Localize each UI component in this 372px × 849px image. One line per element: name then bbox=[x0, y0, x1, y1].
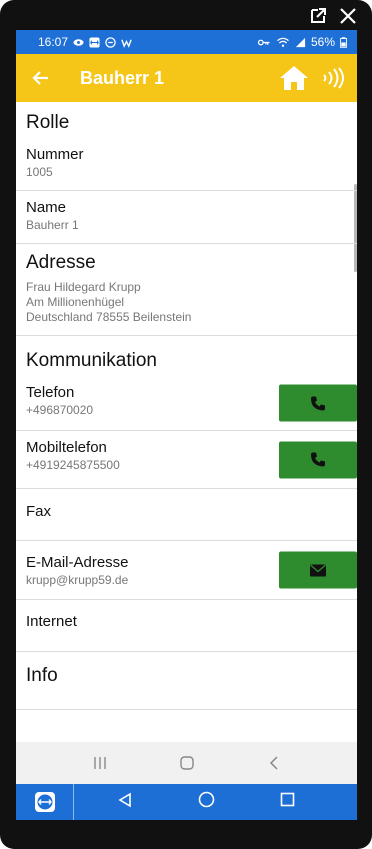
fax-label: Fax bbox=[26, 503, 52, 520]
remote-home-icon[interactable] bbox=[198, 791, 215, 813]
android-nav-bar bbox=[16, 742, 357, 784]
detail-content[interactable]: Rolle Nummer 1005 Name Bauherr 1 Adresse… bbox=[16, 102, 357, 742]
eye-icon bbox=[73, 38, 84, 46]
page-title: Bauherr 1 bbox=[80, 67, 165, 88]
field-mobiltelefon: Mobiltelefon +4919245875500 bbox=[16, 431, 357, 489]
remote-toolbar bbox=[16, 784, 357, 820]
field-nummer: Nummer 1005 bbox=[16, 138, 357, 191]
nummer-value: 1005 bbox=[26, 165, 53, 179]
field-internet: Internet bbox=[16, 600, 357, 652]
field-email: E-Mail-Adresse krupp@krupp59.de bbox=[16, 541, 357, 600]
window-controls bbox=[308, 6, 358, 26]
field-info: Info bbox=[16, 652, 357, 710]
nummer-label: Nummer bbox=[26, 146, 84, 163]
field-telefon: Telefon +496870020 bbox=[16, 376, 357, 431]
teamviewer-status-icon bbox=[89, 36, 100, 48]
teamviewer-icon[interactable] bbox=[16, 784, 74, 820]
home-icon[interactable] bbox=[279, 65, 309, 91]
call-telefon-button[interactable] bbox=[279, 384, 357, 422]
send-email-button[interactable] bbox=[279, 551, 357, 589]
status-time: 16:07 bbox=[38, 35, 69, 49]
phone-icon bbox=[311, 396, 325, 410]
key-icon bbox=[257, 39, 270, 45]
popout-icon[interactable] bbox=[308, 6, 328, 26]
field-name: Name Bauherr 1 bbox=[16, 191, 357, 244]
back-button-icon[interactable] bbox=[259, 751, 289, 775]
section-rolle: Rolle bbox=[26, 112, 70, 133]
back-arrow-icon[interactable] bbox=[32, 68, 52, 88]
w-icon bbox=[121, 39, 132, 48]
envelope-icon bbox=[310, 564, 326, 576]
name-label: Name bbox=[26, 199, 67, 216]
wifi-icon bbox=[277, 37, 289, 47]
section-info: Info bbox=[26, 665, 58, 686]
home-button-icon[interactable] bbox=[172, 751, 202, 775]
sync-icon bbox=[105, 36, 116, 48]
signal-icon bbox=[295, 37, 306, 47]
remote-recent-icon[interactable] bbox=[280, 792, 295, 812]
phone-icon bbox=[311, 452, 325, 467]
status-bar: 16:07 56% bbox=[16, 30, 357, 54]
field-adresse: Adresse Frau Hildegard Krupp Am Millione… bbox=[16, 244, 357, 336]
section-kommunikation: Kommunikation bbox=[26, 350, 157, 371]
phone-screen: 16:07 56% Bauherr 1 Rolle Nummer 1005 Na… bbox=[16, 30, 357, 820]
call-mobil-button[interactable] bbox=[279, 441, 357, 478]
nfc-icon[interactable] bbox=[321, 67, 345, 89]
field-fax: Fax bbox=[16, 489, 357, 541]
battery-percent: 56% bbox=[310, 35, 335, 49]
battery-icon bbox=[340, 36, 347, 48]
address-line-3: Deutschland 78555 Beilenstein bbox=[26, 310, 192, 324]
remote-back-icon[interactable] bbox=[117, 792, 133, 813]
section-adresse: Adresse bbox=[26, 252, 96, 273]
app-bar: Bauherr 1 bbox=[16, 54, 357, 102]
address-line-1: Frau Hildegard Krupp bbox=[26, 280, 141, 294]
close-icon[interactable] bbox=[338, 6, 358, 26]
recent-apps-icon[interactable] bbox=[85, 751, 115, 775]
address-line-2: Am Millionenhügel bbox=[26, 295, 125, 309]
name-value: Bauherr 1 bbox=[26, 218, 79, 232]
internet-label: Internet bbox=[26, 613, 77, 630]
